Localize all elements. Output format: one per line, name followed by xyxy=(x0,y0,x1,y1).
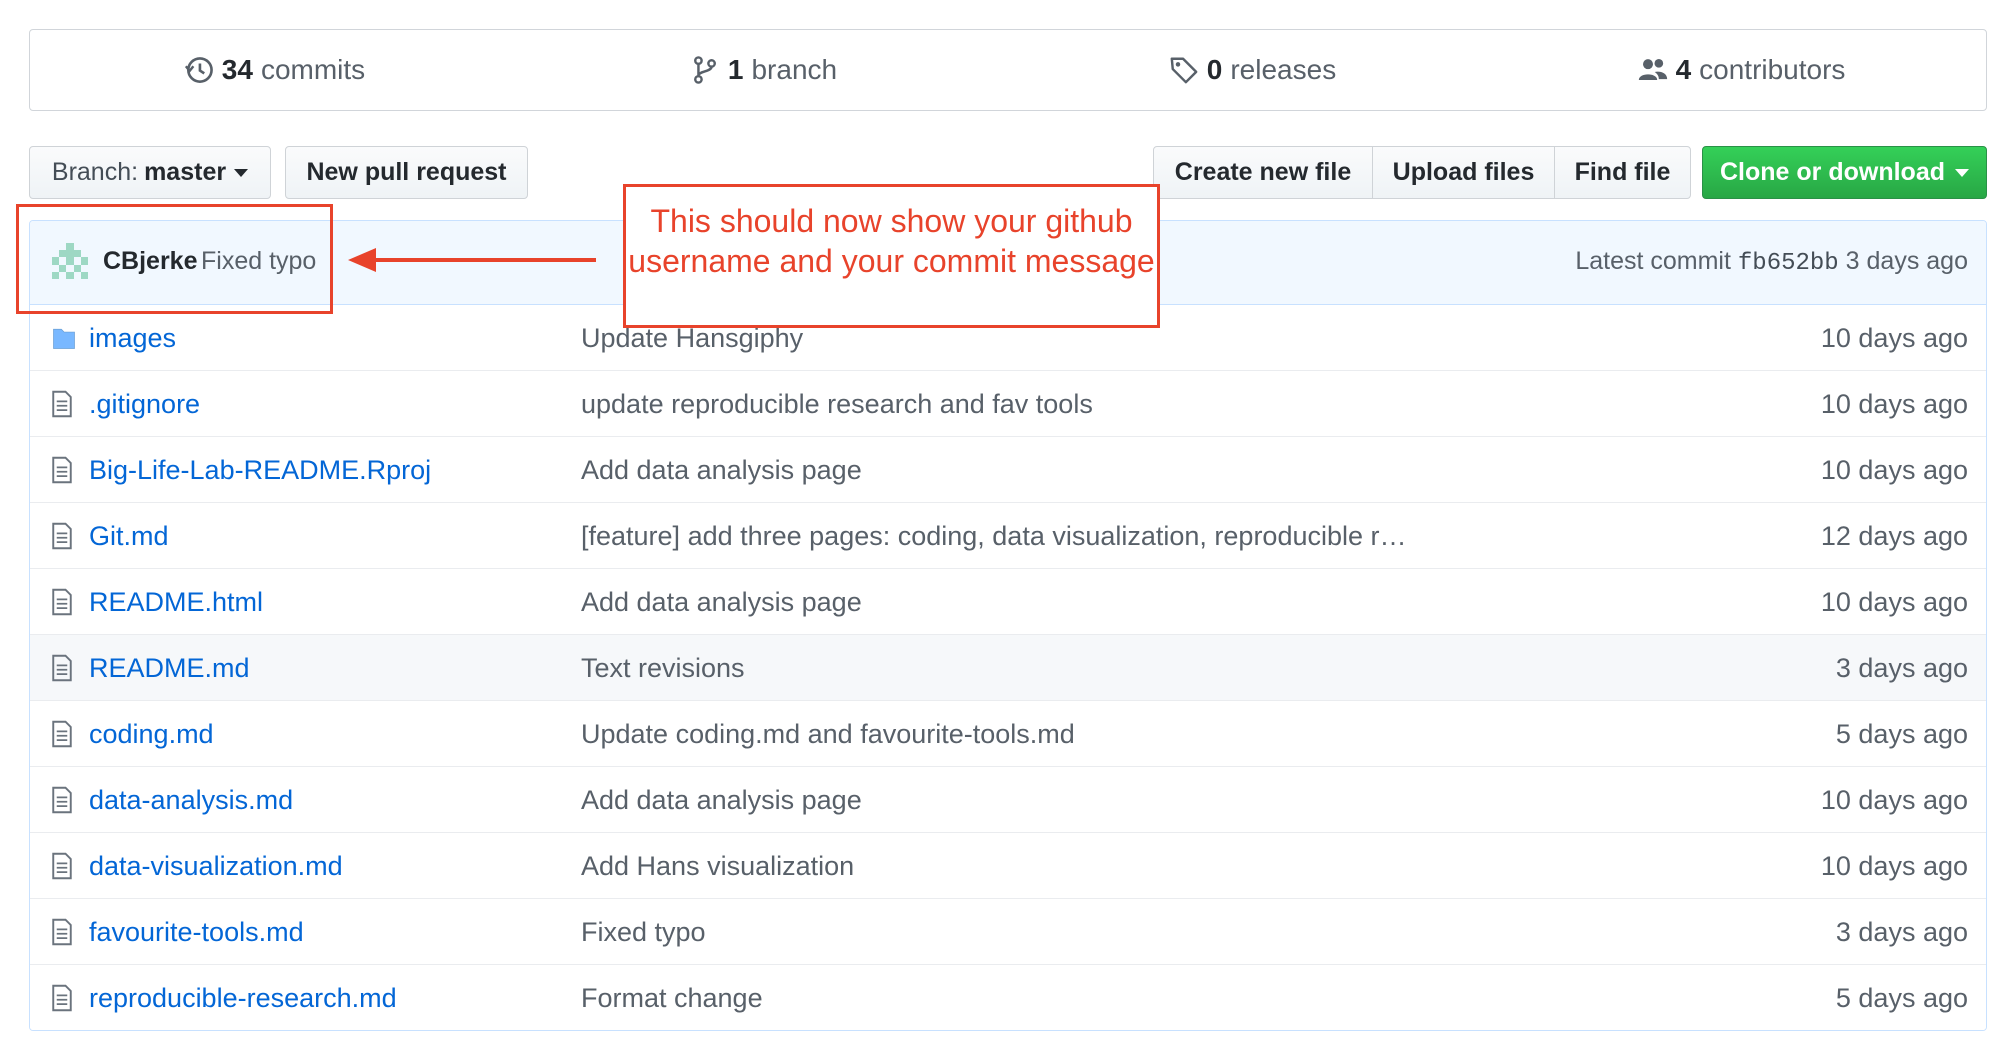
file-table: CBjerke Fixed typo Latest commit fb652bb… xyxy=(29,220,1987,1031)
file-commit-message-link[interactable]: Add data analysis page xyxy=(581,455,862,486)
file-name-link[interactable]: data-visualization.md xyxy=(89,851,343,882)
table-row: README.md Text revisions 3 days ago xyxy=(30,635,1986,701)
latest-commit-info: Latest commit fb652bb 3 days ago xyxy=(1575,247,1968,277)
file-name-link[interactable]: README.html xyxy=(89,587,263,618)
contributors-link[interactable]: 4 contributors xyxy=(1497,54,1986,86)
file-icon xyxy=(50,984,76,1012)
clone-or-download-button[interactable]: Clone or download xyxy=(1702,146,1987,199)
file-actions-group: Create new file Upload files Find file xyxy=(1153,146,1691,199)
releases-label: releases xyxy=(1230,54,1337,85)
table-row: data-analysis.md Add data analysis page 10… xyxy=(30,767,1986,833)
file-commit-message-link[interactable]: update reproducible research and fav too… xyxy=(581,389,1093,420)
branch-label: branch xyxy=(751,54,838,85)
file-icon xyxy=(50,654,76,682)
file-icon xyxy=(50,456,76,484)
table-row: favourite-tools.md Fixed typo 3 days ago xyxy=(30,899,1986,965)
history-icon xyxy=(184,57,213,83)
table-row: Git.md [feature] add three pages: coding,… xyxy=(30,503,1986,569)
file-commit-age: 10 days ago xyxy=(1820,455,1968,485)
file-icon xyxy=(50,522,76,550)
file-name-link[interactable]: Git.md xyxy=(89,521,169,552)
create-new-file-button[interactable]: Create new file xyxy=(1153,146,1373,199)
file-name-link[interactable]: images xyxy=(89,323,176,354)
file-icon xyxy=(50,852,76,880)
file-commit-message-link[interactable]: Text revisions xyxy=(581,653,745,684)
new-pull-request-button[interactable]: New pull request xyxy=(285,146,528,199)
people-icon xyxy=(1638,59,1667,80)
commit-message-link[interactable]: Fixed typo xyxy=(201,247,316,276)
commits-link[interactable]: 34 commits xyxy=(30,54,519,86)
file-commit-age: 5 days ago xyxy=(1835,983,1968,1013)
clone-label: Clone or download xyxy=(1720,158,1945,186)
file-commit-message-link[interactable]: Add data analysis page xyxy=(581,587,862,618)
branch-name: master xyxy=(144,158,227,186)
commit-sha-link[interactable]: fb652bb xyxy=(1738,250,1839,277)
avatar[interactable] xyxy=(52,243,88,279)
table-row: .gitignore update reproducible research a… xyxy=(30,371,1986,437)
branch-link[interactable]: 1 branch xyxy=(519,54,1008,86)
branch-prefix: Branch: xyxy=(51,158,139,186)
commits-label: commits xyxy=(260,54,366,85)
file-name-link[interactable]: favourite-tools.md xyxy=(89,917,304,948)
table-row: data-visualization.md Add Hans visualizat… xyxy=(30,833,1986,899)
table-row: Big-Life-Lab-README.Rproj Add data analys… xyxy=(30,437,1986,503)
caret-down-icon xyxy=(1955,168,1969,177)
file-commit-age: 5 days ago xyxy=(1835,719,1968,749)
file-name-link[interactable]: Big-Life-Lab-README.Rproj xyxy=(89,455,431,486)
file-commit-age: 12 days ago xyxy=(1820,521,1968,551)
latest-commit-prefix: Latest commit xyxy=(1575,247,1731,275)
file-commit-message-link[interactable]: Add Hans visualization xyxy=(581,851,854,882)
file-name-link[interactable]: README.md xyxy=(89,653,250,684)
file-commit-message-link[interactable]: [feature] add three pages: coding, data … xyxy=(581,521,1407,552)
file-commit-age: 10 days ago xyxy=(1820,587,1968,617)
commits-count: 34 xyxy=(221,54,253,85)
file-name-link[interactable]: reproducible-research.md xyxy=(89,983,397,1014)
file-list: images Update Hansgiphy 10 days ago .gitign… xyxy=(30,305,1986,1030)
branch-count: 1 xyxy=(727,54,744,85)
file-commit-age: 10 days ago xyxy=(1820,323,1968,353)
file-commit-message-link[interactable]: Add data analysis page xyxy=(581,785,862,816)
file-icon xyxy=(50,918,76,946)
file-icon xyxy=(50,588,76,616)
repo-numbers-summary: 34 commits 1 branch 0 releases 4 contrib… xyxy=(29,29,1987,111)
file-icon xyxy=(50,390,76,418)
commit-author-link[interactable]: CBjerke xyxy=(103,247,198,276)
file-commit-message-link[interactable]: Fixed typo xyxy=(581,917,706,948)
file-name-link[interactable]: .gitignore xyxy=(89,389,200,420)
file-commit-age: 3 days ago xyxy=(1835,653,1968,683)
file-name-link[interactable]: coding.md xyxy=(89,719,214,750)
file-commit-age: 10 days ago xyxy=(1820,389,1968,419)
branch-icon xyxy=(693,56,716,84)
caret-down-icon xyxy=(234,168,249,177)
table-row: README.html Add data analysis page 10 days… xyxy=(30,569,1986,635)
file-commit-message-link[interactable]: Format change xyxy=(581,983,763,1014)
upload-files-button[interactable]: Upload files xyxy=(1372,146,1555,199)
file-commit-message-link[interactable]: Update coding.md and favourite-tools.md xyxy=(581,719,1075,750)
contributors-count: 4 xyxy=(1675,54,1692,85)
table-row: coding.md Update coding.md and favourite-… xyxy=(30,701,1986,767)
file-icon xyxy=(50,720,76,748)
tag-icon xyxy=(1170,57,1198,84)
releases-link[interactable]: 0 releases xyxy=(1008,54,1497,86)
latest-commit-age: 3 days ago xyxy=(1845,247,1968,275)
file-commit-age: 10 days ago xyxy=(1820,785,1968,815)
file-commit-age: 3 days ago xyxy=(1835,917,1968,947)
annotation-note: This should now show your github usernam… xyxy=(623,184,1160,328)
folder-icon xyxy=(50,324,76,352)
file-icon xyxy=(50,786,76,814)
releases-count: 0 xyxy=(1206,54,1223,85)
find-file-button[interactable]: Find file xyxy=(1554,146,1691,199)
branch-select-button[interactable]: Branch: master xyxy=(29,146,271,199)
file-name-link[interactable]: data-analysis.md xyxy=(89,785,293,816)
contributors-label: contributors xyxy=(1699,54,1846,85)
annotation-arrow-left-icon xyxy=(348,248,596,272)
file-commit-age: 10 days ago xyxy=(1820,851,1968,881)
table-row: reproducible-research.md Format change 5 d… xyxy=(30,965,1986,1030)
